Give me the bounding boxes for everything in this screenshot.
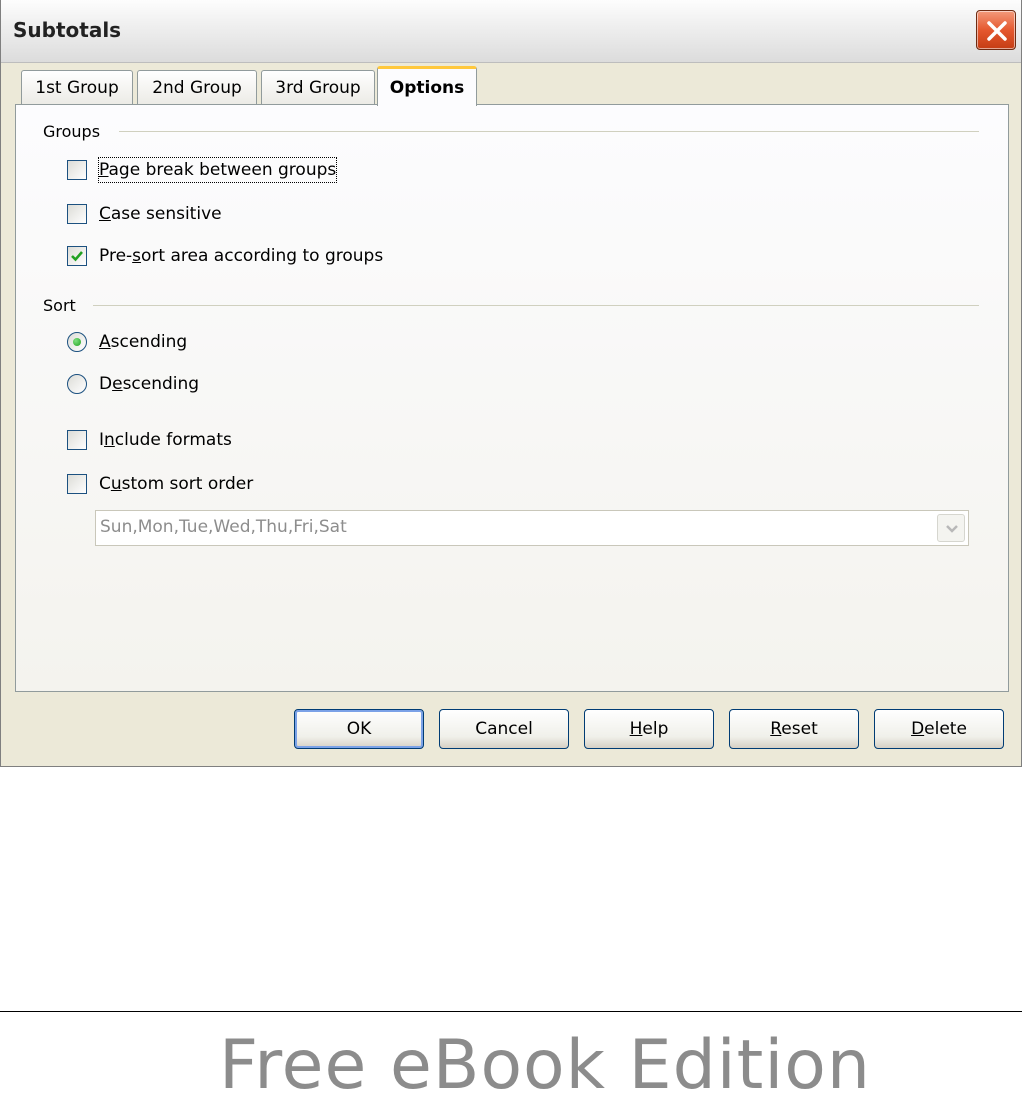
radio-circle[interactable] <box>67 332 87 352</box>
cancel-button[interactable]: Cancel <box>439 709 569 749</box>
groups-divider <box>119 131 979 132</box>
case-sensitive-checkbox[interactable]: Case sensitive <box>67 202 267 228</box>
checkbox-box[interactable] <box>67 474 87 494</box>
ascending-radio[interactable]: Ascending <box>67 330 217 356</box>
custom-sort-order-select[interactable]: Sun,Mon,Tue,Wed,Thu,Fri,Sat <box>95 510 969 546</box>
custom-sort-order-label: Custom sort order <box>99 474 254 494</box>
reset-button[interactable]: Reset <box>729 709 859 749</box>
close-x-icon <box>987 21 1007 41</box>
tab-options[interactable]: Options <box>377 66 477 106</box>
footer-watermark-text: Free eBook Edition <box>219 1026 871 1105</box>
tab-2nd-group[interactable]: 2nd Group <box>137 70 257 104</box>
chevron-down-icon <box>946 525 958 533</box>
close-button[interactable] <box>976 10 1016 50</box>
ok-button[interactable]: OK <box>294 709 424 749</box>
help-button[interactable]: Help <box>584 709 714 749</box>
descending-radio[interactable]: Descending <box>67 372 227 398</box>
groups-heading: Groups <box>43 122 101 141</box>
check-mark-icon <box>71 251 83 262</box>
checkbox-box[interactable] <box>67 430 87 450</box>
sort-heading: Sort <box>43 296 76 315</box>
radio-circle[interactable] <box>67 374 87 394</box>
page-break-checkbox[interactable]: Page break between groups <box>67 157 387 184</box>
ascending-label: Ascending <box>99 332 188 352</box>
case-sensitive-label: Case sensitive <box>99 204 222 224</box>
presort-checkbox[interactable]: Pre-sort area according to groups <box>67 244 427 270</box>
options-panel <box>15 104 1009 692</box>
include-formats-label: Include formats <box>99 430 232 450</box>
tab-1st-group[interactable]: 1st Group <box>21 70 133 104</box>
tab-3rd-group[interactable]: 3rd Group <box>261 70 375 104</box>
sort-divider <box>93 305 979 306</box>
delete-button[interactable]: Delete <box>874 709 1004 749</box>
title-bar[interactable]: Subtotals <box>1 0 1021 63</box>
checkbox-box[interactable] <box>67 246 87 266</box>
presort-label: Pre-sort area according to groups <box>99 246 384 266</box>
checkbox-box[interactable] <box>67 160 87 180</box>
footer-divider <box>0 1011 1022 1012</box>
checkbox-box[interactable] <box>67 204 87 224</box>
subtotals-dialog: Subtotals 1st Group 2nd Group 3rd Group … <box>0 0 1022 767</box>
custom-sort-order-value: Sun,Mon,Tue,Wed,Thu,Fri,Sat <box>100 517 347 537</box>
descending-label: Descending <box>99 374 200 394</box>
radio-dot <box>73 338 81 346</box>
dropdown-button[interactable] <box>937 514 965 542</box>
dialog-title: Subtotals <box>13 18 122 42</box>
include-formats-checkbox[interactable]: Include formats <box>67 428 267 454</box>
page-break-label: Page break between groups <box>97 157 338 183</box>
custom-sort-order-checkbox[interactable]: Custom sort order <box>67 472 287 498</box>
